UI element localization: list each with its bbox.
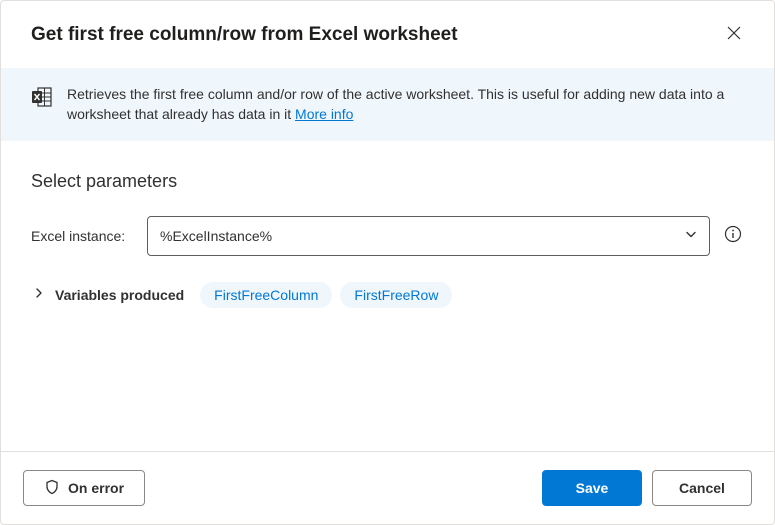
cancel-button[interactable]: Cancel — [652, 470, 752, 506]
excel-instance-select-wrap — [147, 216, 710, 256]
dialog-title: Get first free column/row from Excel wor… — [31, 24, 458, 46]
close-icon — [726, 25, 742, 44]
info-text: Retrieves the first free column and/or r… — [67, 84, 744, 125]
excel-instance-label: Excel instance: — [31, 228, 135, 244]
info-icon — [724, 225, 742, 246]
save-button[interactable]: Save — [542, 470, 642, 506]
dialog-header: Get first free column/row from Excel wor… — [1, 1, 774, 68]
dialog-footer: On error Save Cancel — [1, 451, 774, 524]
cancel-label: Cancel — [679, 480, 725, 496]
save-label: Save — [576, 480, 609, 496]
variable-chip-first-free-row[interactable]: FirstFreeRow — [340, 282, 452, 308]
more-info-link[interactable]: More info — [295, 106, 353, 122]
info-description: Retrieves the first free column and/or r… — [67, 86, 724, 122]
variables-expand-button[interactable] — [31, 285, 47, 304]
info-banner: Retrieves the first free column and/or r… — [1, 68, 774, 141]
variables-produced-row: Variables produced FirstFreeColumn First… — [31, 282, 744, 308]
excel-instance-row: Excel instance: — [31, 216, 744, 256]
footer-actions: Save Cancel — [542, 470, 752, 506]
variable-chip-first-free-column[interactable]: FirstFreeColumn — [200, 282, 332, 308]
excel-icon — [31, 86, 53, 111]
section-title: Select parameters — [31, 171, 744, 192]
variables-produced-label: Variables produced — [55, 287, 184, 303]
on-error-button[interactable]: On error — [23, 470, 145, 506]
excel-instance-select[interactable] — [147, 216, 710, 256]
close-button[interactable] — [722, 21, 746, 48]
shield-icon — [44, 479, 60, 498]
excel-instance-info-button[interactable] — [722, 223, 744, 248]
chevron-right-icon — [33, 287, 45, 302]
content-area: Select parameters Excel instance: Variab… — [1, 141, 774, 308]
on-error-label: On error — [68, 480, 124, 496]
